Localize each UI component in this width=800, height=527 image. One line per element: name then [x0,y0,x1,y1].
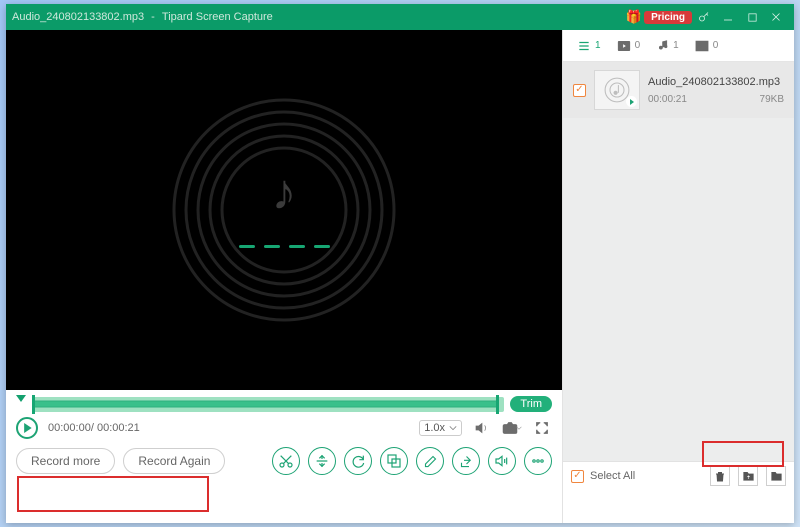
minimize-button[interactable] [716,8,740,26]
select-all-checkbox[interactable] [571,470,584,483]
thumbnail-play-icon[interactable] [626,96,637,107]
clip-start-handle[interactable] [32,395,35,414]
trim-button[interactable]: Trim [510,396,552,412]
file-size: 79KB [760,94,784,105]
file-duration: 00:00:21 [648,94,687,105]
timeline-area: Trim [6,390,562,412]
timeline-track[interactable] [32,397,504,412]
cut-tool[interactable] [272,447,300,475]
tab-image[interactable]: 0 [689,40,725,52]
disc-visual: ♪ [169,95,399,325]
time-display: 00:00:00/ 00:00:21 [48,422,140,434]
app-window: Audio_240802133802.mp3 - Tipard Screen C… [6,4,794,523]
maximize-button[interactable] [740,8,764,26]
file-checkbox[interactable] [573,84,586,97]
record-again-button[interactable]: Record Again [123,448,225,474]
record-more-button[interactable]: Record more [16,448,115,474]
file-panel-footer: Select All [563,461,794,523]
volume-tool[interactable] [488,447,516,475]
export-button[interactable] [738,466,758,486]
tab-audio[interactable]: 1 [650,39,685,53]
bottom-actions: Record more Record Again [6,439,562,481]
gift-icon: 🎁 [626,9,642,25]
music-note-icon: ♪ [272,163,297,221]
file-thumbnail [594,70,640,110]
file-panel: 1 0 1 0 Audio_240802133802.mp3 00:00:21 7… [562,30,794,523]
volume-icon[interactable] [472,418,492,438]
fullscreen-icon[interactable] [532,418,552,438]
key-icon[interactable] [692,8,716,26]
open-folder-button[interactable] [766,466,786,486]
play-button[interactable] [16,417,38,439]
player-controls: 00:00:00/ 00:00:21 1.0x [6,412,562,439]
select-all-label: Select All [590,470,635,482]
edit-tool[interactable] [416,447,444,475]
convert-tool[interactable] [344,447,372,475]
titlebar-appname: Tipard Screen Capture [162,11,273,23]
file-name: Audio_240802133802.mp3 [648,76,784,88]
tab-video[interactable]: 0 [611,40,647,52]
equalizer-dashes [239,245,330,248]
merge-tool[interactable] [380,447,408,475]
more-tool[interactable] [524,447,552,475]
tab-list[interactable]: 1 [571,40,607,52]
snapshot-icon[interactable] [502,418,522,438]
pricing-button[interactable]: Pricing [644,11,692,24]
speed-select[interactable]: 1.0x [419,420,462,436]
preview-area: ♪ [6,30,562,390]
titlebar: Audio_240802133802.mp3 - Tipard Screen C… [6,4,794,30]
titlebar-filename: Audio_240802133802.mp3 [12,11,144,23]
file-item[interactable]: Audio_240802133802.mp3 00:00:21 79KB [563,62,794,118]
compress-tool[interactable] [308,447,336,475]
share-tool[interactable] [452,447,480,475]
player-panel: ♪ Trim 00:00:00/ 00:00:21 1.0 [6,30,562,523]
timeline-playhead[interactable] [16,395,26,402]
clip-end-handle[interactable] [496,395,499,414]
close-button[interactable] [764,8,788,26]
file-list-empty [563,118,794,461]
delete-button[interactable] [710,466,730,486]
file-tabs: 1 0 1 0 [563,30,794,62]
